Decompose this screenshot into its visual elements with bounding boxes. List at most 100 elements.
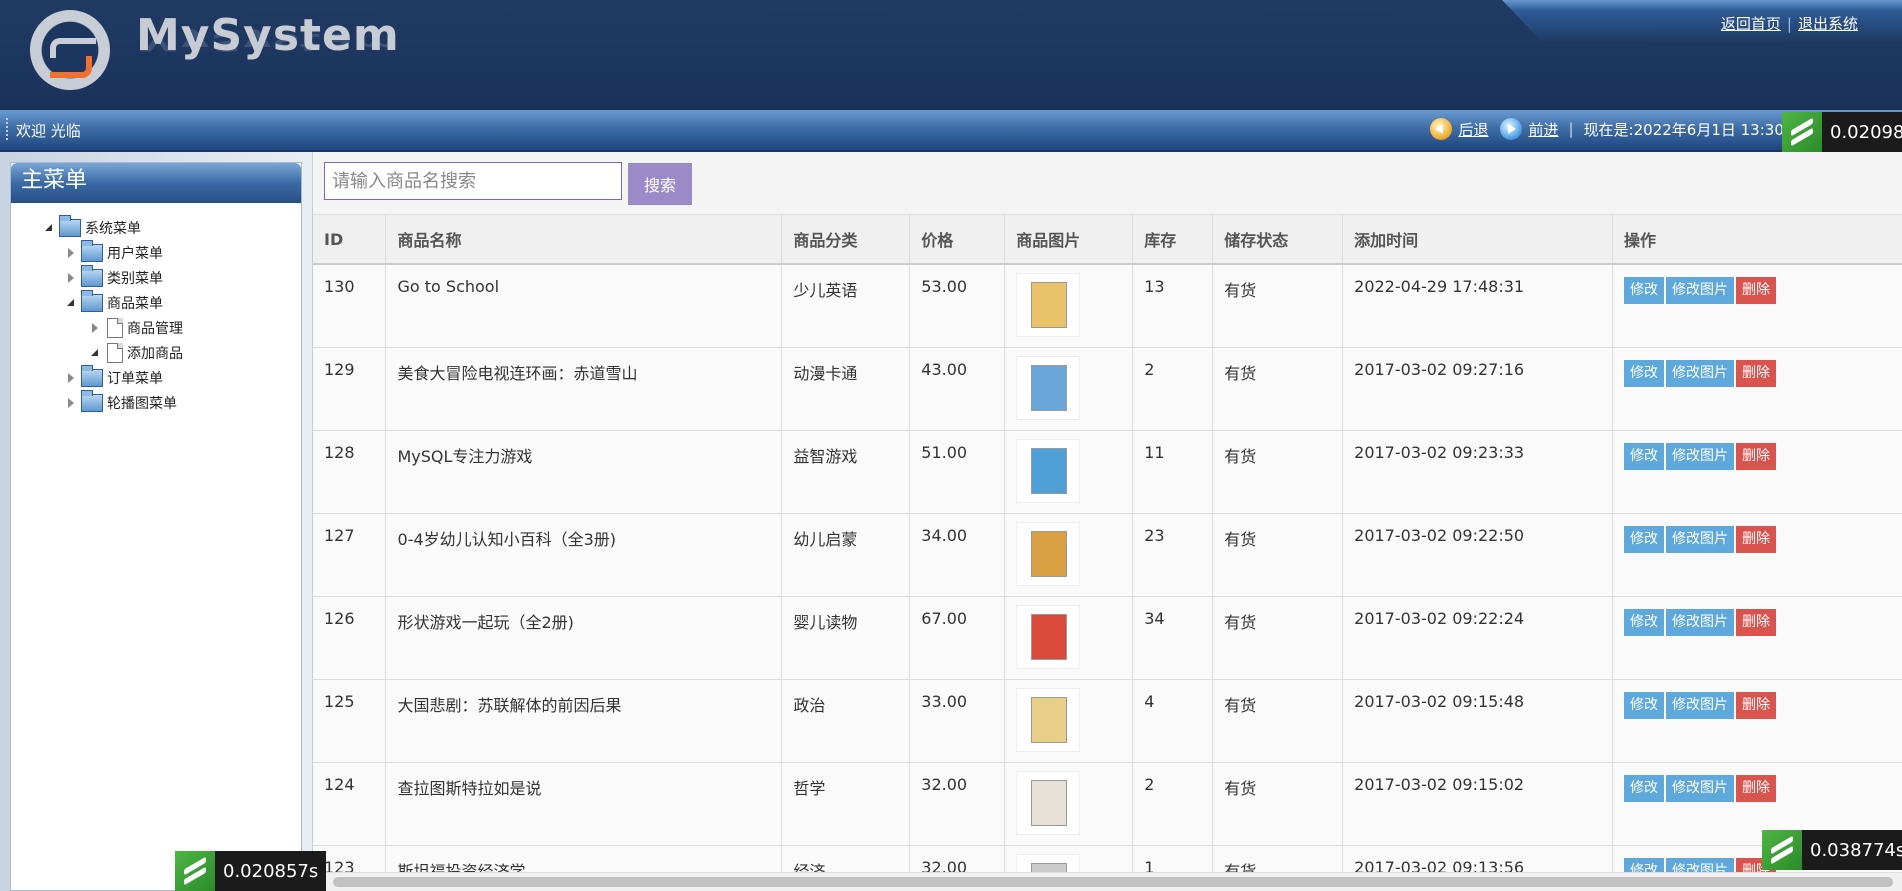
expand-arrow-icon[interactable] bbox=[87, 320, 103, 336]
delete-button[interactable]: 删除 bbox=[1736, 442, 1777, 470]
tree-node[interactable]: 订单菜单 bbox=[11, 364, 301, 390]
cell-price: 67.00 bbox=[909, 596, 1006, 680]
expand-arrow-icon[interactable] bbox=[63, 395, 79, 411]
cell-name: 大国悲剧：苏联解体的前因后果 bbox=[385, 679, 783, 763]
product-image-cell bbox=[1004, 264, 1134, 348]
cell-id: 126 bbox=[313, 596, 387, 680]
edit-image-button[interactable]: 修改图片 bbox=[1666, 277, 1735, 304]
column-header: 商品分类 bbox=[781, 215, 911, 265]
top-links: 返回首页 | 退出系统 bbox=[1721, 13, 1858, 34]
cell-id: 127 bbox=[313, 513, 387, 597]
cell-name: MySQL专注力游戏 bbox=[385, 430, 783, 514]
cell-status: 有货 bbox=[1212, 762, 1344, 846]
collapse-arrow-icon[interactable] bbox=[87, 345, 103, 361]
folder-icon bbox=[81, 239, 103, 262]
delete-button[interactable]: 删除 bbox=[1736, 277, 1777, 304]
edit-image-button[interactable]: 修改图片 bbox=[1666, 774, 1735, 802]
cell-stock: 2 bbox=[1132, 762, 1214, 846]
cell-category: 政治 bbox=[781, 679, 911, 763]
horizontal-scrollbar[interactable] bbox=[313, 872, 1902, 891]
actions-cell: 修改 修改图片 删除 bbox=[1612, 347, 1902, 431]
tree-node-label[interactable]: 商品菜单 bbox=[107, 293, 163, 313]
collapse-arrow-icon[interactable] bbox=[41, 220, 57, 236]
cell-status: 有货 bbox=[1212, 347, 1344, 431]
product-thumbnail bbox=[1016, 355, 1081, 420]
tree-node[interactable]: 类别菜单 bbox=[11, 264, 301, 290]
cell-price: 33.00 bbox=[909, 679, 1006, 763]
home-link[interactable]: 返回首页 bbox=[1721, 15, 1781, 33]
cell-status: 有货 bbox=[1212, 596, 1344, 680]
current-datetime: 现在是:2022年6月1日 13:30:36 bbox=[1583, 120, 1808, 139]
actions-cell: 修改 修改图片 删除 bbox=[1612, 596, 1902, 680]
tree-node-label[interactable]: 轮播图菜单 bbox=[107, 393, 177, 413]
cell-stock: 13 bbox=[1132, 264, 1214, 348]
timing-badge-bottom-left: 0.020857s bbox=[175, 851, 327, 891]
back-link[interactable]: 后退 bbox=[1458, 119, 1488, 140]
tree-node-label[interactable]: 用户菜单 bbox=[107, 243, 163, 263]
product-thumbnail bbox=[1016, 521, 1081, 586]
expand-arrow-icon[interactable] bbox=[63, 270, 79, 286]
expand-arrow-icon[interactable] bbox=[63, 370, 79, 386]
tree-node-label[interactable]: 系统菜单 bbox=[85, 218, 141, 238]
tree-node[interactable]: 商品菜单 bbox=[11, 289, 301, 315]
actions-cell: 修改 修改图片 删除 bbox=[1612, 264, 1902, 348]
expand-arrow-icon[interactable] bbox=[63, 245, 79, 261]
edit-image-button[interactable]: 修改图片 bbox=[1666, 691, 1735, 719]
delete-button[interactable]: 删除 bbox=[1736, 774, 1777, 802]
edit-image-button[interactable]: 修改图片 bbox=[1666, 442, 1735, 470]
product-thumbnail bbox=[1016, 770, 1081, 835]
collapse-arrow-icon[interactable] bbox=[63, 295, 79, 311]
cell-id: 128 bbox=[313, 430, 387, 514]
table-row: 124 查拉图斯特拉如是说 哲学 32.00 2 有货 2017-03-02 09:15:0… bbox=[313, 762, 1902, 846]
search-input[interactable] bbox=[324, 162, 622, 200]
cell-category: 益智游戏 bbox=[781, 430, 911, 514]
tree-node-label[interactable]: 添加商品 bbox=[127, 343, 183, 363]
edit-button[interactable]: 修改 bbox=[1624, 277, 1665, 304]
column-header: 操作 bbox=[1612, 215, 1902, 265]
edit-button[interactable]: 修改 bbox=[1624, 774, 1665, 802]
folder-icon bbox=[81, 264, 103, 287]
edit-image-button[interactable]: 修改图片 bbox=[1666, 359, 1735, 387]
edit-button[interactable]: 修改 bbox=[1624, 442, 1665, 470]
sidebar: 主菜单 系统菜单 用户菜单 类别菜单 商品菜单 商品管理 添加商品 订单菜单 轮播图菜单 bbox=[0, 152, 312, 891]
search-button[interactable]: 搜索 bbox=[628, 163, 692, 205]
tree-node[interactable]: 商品管理 bbox=[11, 315, 301, 340]
cell-status: 有货 bbox=[1212, 264, 1344, 348]
tree-node-label[interactable]: 类别菜单 bbox=[107, 268, 163, 288]
tree-node[interactable]: 添加商品 bbox=[11, 340, 301, 365]
scroll-thumb[interactable] bbox=[333, 877, 1893, 887]
book-cover-image bbox=[1031, 530, 1068, 577]
edit-image-button[interactable]: 修改图片 bbox=[1666, 608, 1735, 636]
tree-node-label[interactable]: 订单菜单 bbox=[107, 368, 163, 388]
edit-button[interactable]: 修改 bbox=[1624, 691, 1665, 719]
cell-status: 有货 bbox=[1212, 430, 1344, 514]
column-header: 添加时间 bbox=[1342, 215, 1614, 265]
tree-node[interactable]: 用户菜单 bbox=[11, 239, 301, 265]
forward-arrow-icon[interactable] bbox=[1500, 118, 1523, 140]
delete-button[interactable]: 删除 bbox=[1736, 525, 1777, 553]
edit-button[interactable]: 修改 bbox=[1624, 525, 1665, 553]
cell-stock: 23 bbox=[1132, 513, 1214, 597]
delete-button[interactable]: 删除 bbox=[1736, 359, 1777, 387]
delete-button[interactable]: 删除 bbox=[1736, 608, 1777, 636]
edit-button[interactable]: 修改 bbox=[1624, 608, 1665, 636]
cell-time: 2017-03-02 09:22:50 bbox=[1342, 513, 1614, 597]
edit-image-button[interactable]: 修改图片 bbox=[1666, 525, 1735, 553]
cell-time: 2017-03-02 09:15:48 bbox=[1342, 679, 1614, 763]
column-header: 价格 bbox=[909, 215, 1006, 265]
logout-link[interactable]: 退出系统 bbox=[1798, 15, 1858, 33]
back-arrow-icon[interactable] bbox=[1430, 118, 1453, 140]
app-header: MySystem MySystem 返回首页 | 退出系统 bbox=[0, 0, 1902, 110]
product-image-cell bbox=[1004, 430, 1134, 514]
forward-link[interactable]: 前进 bbox=[1528, 119, 1558, 140]
edit-button[interactable]: 修改 bbox=[1624, 359, 1665, 387]
delete-button[interactable]: 删除 bbox=[1736, 691, 1777, 719]
table-header-row: ID 商品名称 商品分类 价格 商品图片 库存 储存状态 添加时间 操作 bbox=[313, 215, 1902, 265]
nav-bar: 欢迎 光临 后退 前进 | 现在是:2022年6月1日 13:30:36 bbox=[0, 110, 1902, 152]
main-content: 搜索 ID商品名称商品分类价格商品图片库存储存状态添加时间操作 130Go to… bbox=[312, 152, 1902, 891]
tree-node-label[interactable]: 商品管理 bbox=[127, 318, 183, 338]
cell-stock: 34 bbox=[1132, 596, 1214, 680]
book-cover-image bbox=[1031, 447, 1068, 494]
tree-node[interactable]: 轮播图菜单 bbox=[11, 389, 301, 415]
tree-node[interactable]: 系统菜单 bbox=[11, 214, 301, 240]
